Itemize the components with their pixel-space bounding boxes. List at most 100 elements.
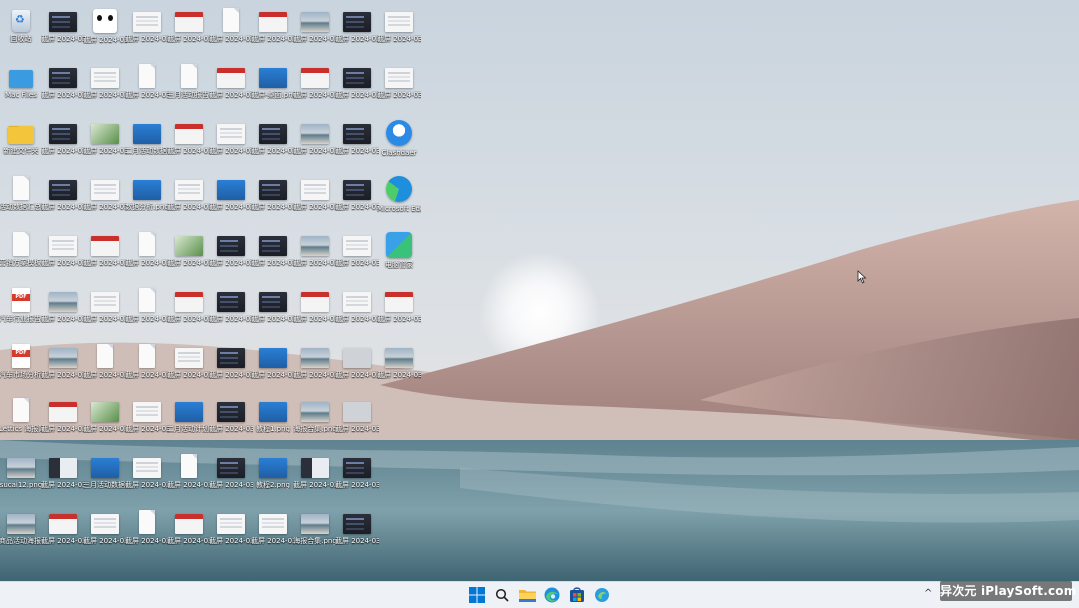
desktop-icon[interactable]: 截屏 2024-03-2... [251,172,295,224]
start-button[interactable] [467,585,487,605]
desktop-icon[interactable]: 截屏 2024-03-2... [377,4,421,56]
desktop-icon[interactable]: 截屏 2024-03-2... [83,284,127,336]
desktop-icon[interactable]: 截屏 2024-03-2... [377,340,421,392]
desktop-icon[interactable]: 截屏 2024-03-2... [293,228,337,280]
desktop-icon[interactable]: 三月活动报告.pdf [167,60,211,112]
desktop-icon[interactable]: 截屏 2024-03-2... [125,284,169,336]
desktop-icon[interactable]: 三月活动数据(Downlo... [83,450,127,502]
desktop-icon[interactable]: 海报合集.png [293,394,337,446]
desktop-icon[interactable]: 截屏 2024-03-2... [293,172,337,224]
desktop-icon[interactable]: 截屏 2024-03-2... [41,450,85,502]
desktop-icon[interactable]: 截屏 2024-03-2... [335,506,379,558]
desktop-icon[interactable]: 截屏 2024-03-2... [293,284,337,336]
desktop-icon[interactable]: 截屏 2024-03-2... [377,60,421,112]
desktop-icon[interactable]: 截屏 2024-03-2... [209,116,253,168]
desktop-icon[interactable]: 截屏 2024-03-2... [293,340,337,392]
desktop-icon[interactable]: 截屏 2024-03-2... [41,4,85,56]
desktop-icon[interactable]: 截屏 2024-03-2... [167,172,211,224]
desktop-icon[interactable]: 截屏 2024-03-2... [251,284,295,336]
desktop-icon[interactable]: 截屏 2024-03-2... [335,4,379,56]
desktop-icon[interactable]: 截屏 2024-03-2... [251,340,295,392]
desktop-icon[interactable]: 教程1.png [252,394,294,446]
desktop-icon[interactable]: 截屏 2024-03-2... [41,284,85,336]
desktop-icon[interactable]: 营销方案模板.docx [0,228,43,280]
desktop-icon[interactable]: 截屏 2024-03-2... [335,450,379,502]
desktop-icon[interactable]: sucai12.png [0,450,42,502]
app-button[interactable] [592,585,612,605]
desktop-icon[interactable]: 截屏 2024-03-2... [293,4,337,56]
desktop-icon[interactable]: 截屏 2024-03-1... [125,4,169,56]
desktop-icon[interactable]: 截屏 2024-03-2... [335,284,379,336]
search-button[interactable] [492,585,512,605]
desktop-icon[interactable]: PDF 汽车行业报告.pdf [0,284,43,336]
desktop-icon[interactable]: 截屏 2024-03-2... [83,116,127,168]
desktop-icon[interactable]: 截屏 2024-03-2... [167,116,211,168]
desktop-icon[interactable]: 截屏 2024-03-2... [209,60,253,112]
desktop-icon[interactable]: 截屏 2024-03-2... [335,116,379,168]
store-button[interactable] [567,585,587,605]
desktop-icon[interactable]: 截屏 2024-03-2... [209,506,253,558]
desktop-icon[interactable]: 商品活动海报.png [0,506,43,558]
desktop-icon[interactable]: 截屏 2024-03-2... [41,506,85,558]
desktop-icon[interactable]: 截屏 2024-03-2... [125,228,169,280]
desktop-icon[interactable]: 截屏 2024-03-2... [209,284,253,336]
desktop-icon[interactable]: 截屏 2024-03-2... [209,172,253,224]
desktop-icon[interactable]: 截屏 2024-03-2... [251,228,295,280]
desktop-icon[interactable]: Microsoft Edge [377,172,421,224]
desktop-icon[interactable]: 截屏 2024-03-2... [125,340,169,392]
desktop-icon[interactable]: 截屏 2024-03-2... [83,506,127,558]
desktop-icon[interactable]: 截屏 2024-03-2... [209,340,253,392]
desktop-icon[interactable]: 截屏 2024-03-2... [251,4,295,56]
edge-button[interactable] [542,585,562,605]
desktop-icon[interactable]: 截屏 2024-03-2... [377,284,421,336]
desktop-icon[interactable]: 截屏 2024-03-2... [125,450,169,502]
desktop-icon[interactable]: 截屏 2024-03-2... [41,228,85,280]
desktop-icon[interactable]: 截屏 2024-03-2... [209,4,253,56]
desktop-icon[interactable]: Mac Files [0,60,42,112]
desktop-icon[interactable]: 截屏 2024-03-2... [167,340,211,392]
desktop-icon[interactable]: 截屏 2024-03-2... [335,340,379,392]
desktop-icon[interactable]: 截屏 2024-03-2... [41,340,85,392]
desktop-icon[interactable]: Lettics 海报简介-1500x... [0,394,43,446]
desktop-icon[interactable]: 数据分析.png [125,172,169,224]
desktop-icon[interactable]: 截屏 2024-03-2... [167,506,211,558]
desktop-icon[interactable]: 海报合集.png [293,506,337,558]
desktop-icon[interactable]: 截屏 2024-03-2... [167,4,211,56]
desktop-icon[interactable]: 截屏 2024-03-2... [83,394,127,446]
desktop-icon[interactable]: 截屏 2024-03-2... [83,228,127,280]
desktop-icon[interactable]: 教程2.png [252,450,294,502]
desktop-icon[interactable]: PDF 汽车市场分析报告.pdf [0,340,43,392]
desktop-icon[interactable]: 截屏 2024-03-2... [83,172,127,224]
desktop-icon[interactable]: 截屏 2024-03-2... [167,284,211,336]
file-explorer-button[interactable] [517,585,537,605]
desktop-icon[interactable]: 截屏 2024-03-2... [41,60,85,112]
desktop-icon[interactable]: 新建文件夹 [0,116,42,168]
desktop-icon[interactable]: 截屏 2024-03-1... [125,60,169,112]
desktop-icon[interactable]: 截屏 2024-03-2... [209,228,253,280]
desktop-icon[interactable]: 截屏 2024-03-2... [83,4,127,56]
desktop-icon[interactable]: 截屏 2024-03-2... [293,60,337,112]
desktop-icon[interactable]: 截屏 2024-03-2... [167,228,211,280]
desktop-icon[interactable]: 截屏 2024-03-2... [251,116,295,168]
desktop-icon[interactable]: 截屏 2024-03-2... [83,60,127,112]
desktop-icon[interactable]: 截屏 2024-03-2... [125,394,169,446]
desktop-icon[interactable]: 截屏 2024-03-2... [209,394,253,446]
desktop-icon[interactable]: 截屏 2024-03-2... [293,116,337,168]
desktop-icon[interactable]: 截屏 2024-03-2... [209,450,253,502]
desktop-icon[interactable]: Clashdaer [378,116,420,168]
desktop-icon[interactable]: 二月活动数据(Downlo... [125,116,169,168]
desktop-icon[interactable]: 截屏 2024-03-2... [83,340,127,392]
desktop-icon[interactable]: 截屏 2024-03-2... [125,506,169,558]
desktop-icon[interactable]: 截屏 2024-03-2... [41,394,85,446]
desktop-icon[interactable]: 截屏 2024-03-2... [335,60,379,112]
desktop-icon[interactable]: 截屏 2024-03-2... [251,506,295,558]
desktop-icon[interactable]: 回收站 [0,4,42,56]
desktop-icon[interactable]: 二月活动计划.png [167,394,211,446]
desktop-icon[interactable]: 活动数据汇总报告.pptx [0,172,43,224]
desktop-icon[interactable]: 截屏 2024-03-2... [335,172,379,224]
tray-overflow-chevron-icon[interactable]: ^ [924,588,934,600]
desktop-icon[interactable]: 截屏 2024-03-2... [335,394,379,446]
desktop-icon[interactable]: 截屏 2024-03-2... [335,228,379,280]
desktop-icon[interactable]: 截屏 2024-03-2... [167,450,211,502]
desktop-icon[interactable]: 截屏 2024-03-2... [41,172,85,224]
